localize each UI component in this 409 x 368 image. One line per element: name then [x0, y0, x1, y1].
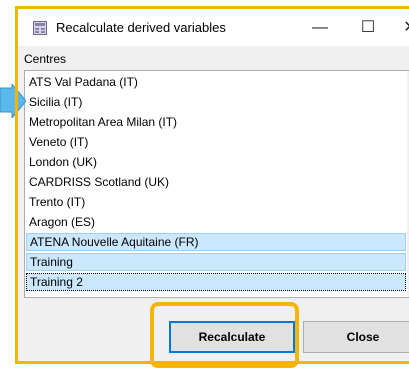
minimize-icon[interactable]: — [300, 14, 340, 42]
close-icon[interactable]: ✕ [390, 14, 409, 42]
app-icon [33, 21, 47, 35]
pointer-arrow [0, 84, 26, 118]
centres-listbox[interactable]: ▼ ATS Val Padana (IT)Sicilia (IT)Metropo… [24, 70, 409, 298]
list-item[interactable]: Training 2 [26, 273, 406, 291]
title-bar[interactable]: Recalculate derived variables — ☐ ✕ [18, 8, 409, 46]
maximize-icon[interactable]: ☐ [348, 14, 388, 42]
window-title: Recalculate derived variables [56, 20, 226, 35]
list-item[interactable]: London (UK) [26, 153, 406, 171]
list-item[interactable]: Metropolitan Area Milan (IT) [26, 113, 406, 131]
list-item[interactable]: Sicilia (IT) [26, 93, 406, 111]
list-item[interactable]: ATENA Nouvelle Aquitaine (FR) [26, 233, 406, 251]
list-item[interactable]: Veneto (IT) [26, 133, 406, 151]
centres-label: Centres [24, 52, 67, 66]
list-item[interactable]: ATS Val Padana (IT) [26, 73, 406, 91]
dialog-window: Recalculate derived variables — ☐ ✕ Cent… [18, 8, 409, 364]
list-item[interactable]: CARDRISS Scotland (UK) [26, 173, 406, 191]
list-item[interactable]: Training [26, 253, 406, 271]
close-button[interactable]: Close [303, 321, 409, 353]
recalculate-button[interactable]: Recalculate [169, 321, 295, 353]
list-item[interactable]: Trento (IT) [26, 193, 406, 211]
list-item[interactable]: Aragon (ES) [26, 213, 406, 231]
